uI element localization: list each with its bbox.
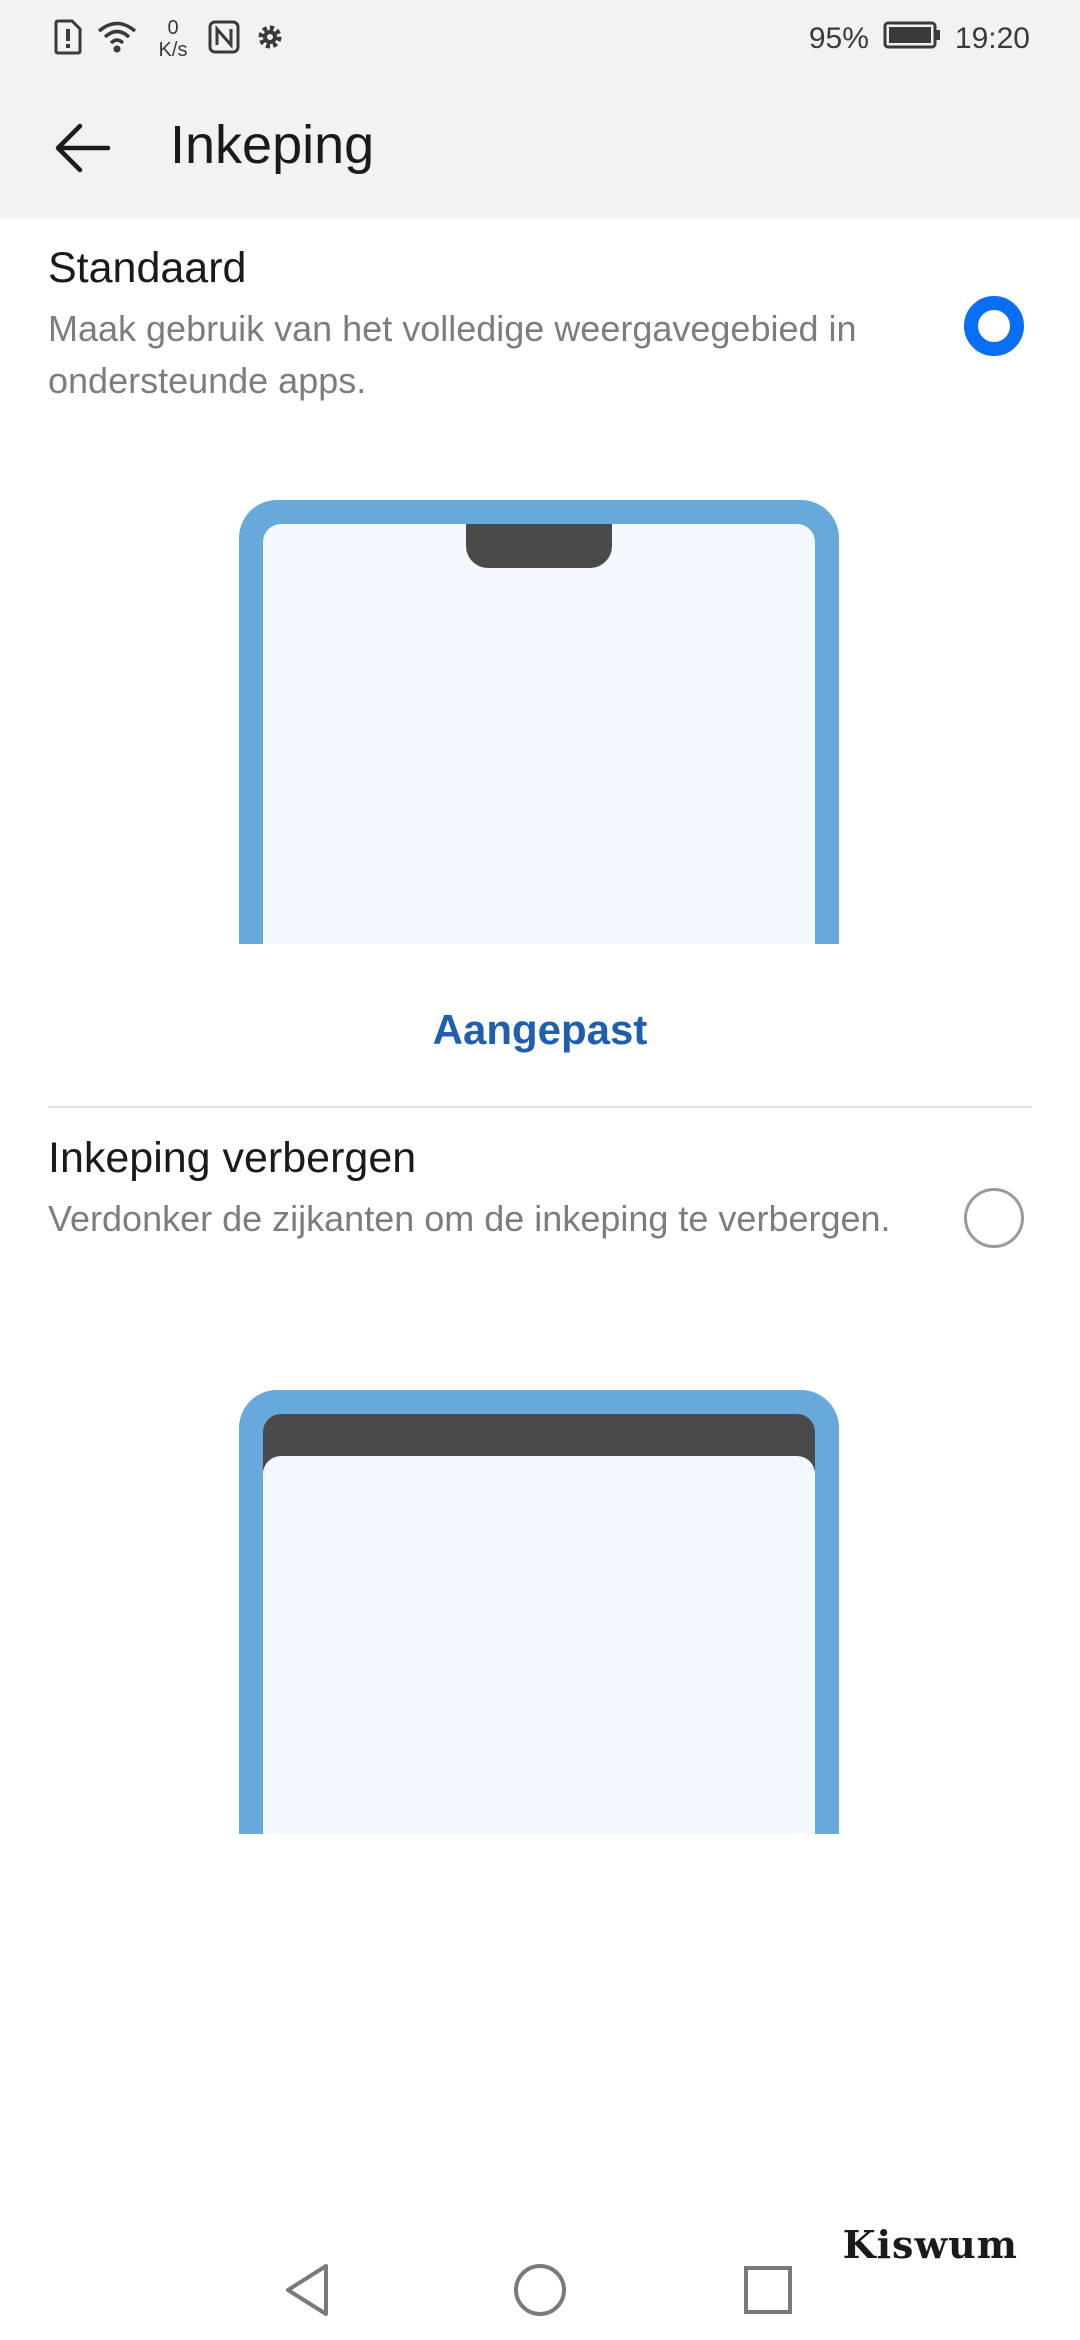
divider xyxy=(48,1106,1032,1108)
phone-illustration-standard xyxy=(239,500,839,944)
gear-icon xyxy=(254,21,286,58)
network-speed-unit: K/s xyxy=(158,39,188,61)
back-triangle-icon xyxy=(286,2264,328,2316)
wifi-icon xyxy=(96,20,138,59)
network-speed: 0 K/s xyxy=(152,17,194,61)
phone-illustration-hidden-notch xyxy=(239,1390,839,1834)
nfc-icon xyxy=(208,20,240,59)
notch xyxy=(466,524,612,568)
customize-button[interactable]: Aangepast xyxy=(0,1006,1080,1054)
clock: 19:20 xyxy=(954,22,1030,55)
nav-home-button[interactable] xyxy=(500,2250,580,2330)
radio-inkeping-verbergen[interactable] xyxy=(964,1188,1024,1248)
recents-square-icon xyxy=(744,2266,792,2314)
option-description: Verdonker de zijkanten om de inkeping te… xyxy=(48,1198,891,1239)
option-standaard[interactable]: Standaard Maak gebruik van het volledige… xyxy=(48,244,1032,407)
option-title: Inkeping verbergen xyxy=(48,1134,417,1182)
battery-icon xyxy=(883,21,941,57)
status-bar: 0 K/s 95% 19:20 xyxy=(0,0,1080,78)
back-button[interactable] xyxy=(52,118,112,178)
option-description: Maak gebruik van het volledige weergaveg… xyxy=(48,308,857,401)
nav-back-button[interactable] xyxy=(268,2250,348,2330)
battery-percentage: 95% xyxy=(808,22,869,55)
network-speed-value: 0 xyxy=(167,17,179,39)
phone-screen xyxy=(263,524,815,944)
option-inkeping-verbergen[interactable]: Inkeping verbergen Verdonker de zijkante… xyxy=(48,1134,1032,1248)
alert-sim-icon xyxy=(52,19,82,60)
home-circle-icon xyxy=(514,2264,566,2316)
arrow-left-icon xyxy=(55,123,111,173)
radio-standaard[interactable] xyxy=(964,296,1024,356)
nav-recents-button[interactable] xyxy=(728,2250,808,2330)
app-header: Inkeping xyxy=(0,78,1080,218)
navigation-bar xyxy=(0,2240,1080,2340)
page-title: Inkeping xyxy=(170,115,375,175)
option-title: Standaard xyxy=(48,244,247,292)
phone-screen xyxy=(263,1456,815,1834)
